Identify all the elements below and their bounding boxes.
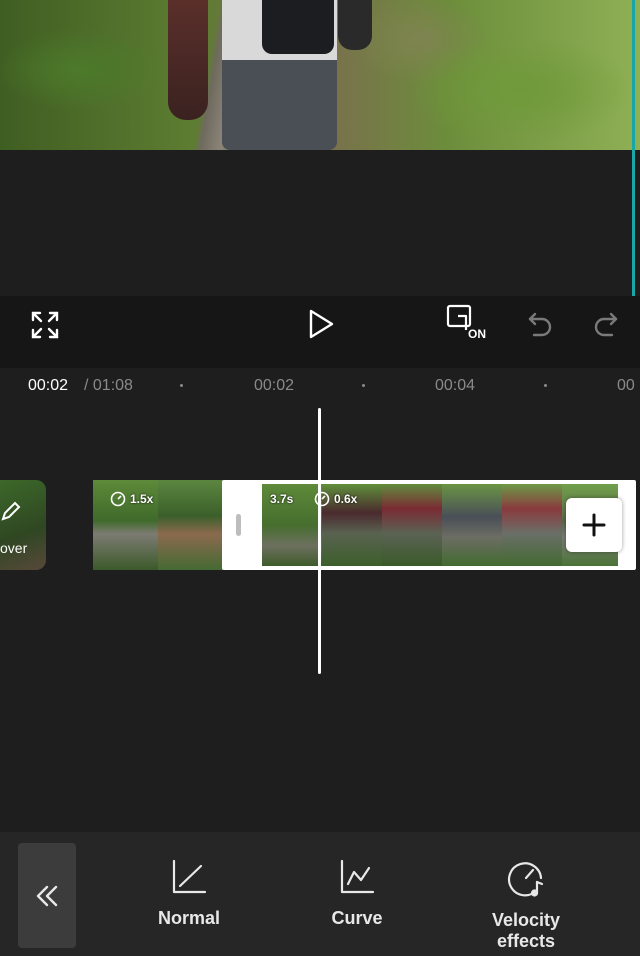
fullscreen-icon[interactable] <box>28 308 62 342</box>
clip-speed-label: 1.5x <box>130 492 154 506</box>
back-button[interactable] <box>18 843 76 948</box>
clip-thumbnail <box>158 480 223 570</box>
plus-icon <box>582 513 606 537</box>
double-chevron-left-icon <box>36 885 58 906</box>
ruler-dot <box>544 384 547 387</box>
player-control-bar: ON <box>0 296 640 368</box>
ruler-tick: 00:02 <box>254 377 295 394</box>
clip-speed-badge: 1.5x <box>110 491 153 507</box>
speed-gauge-icon <box>110 491 126 507</box>
normal-label: Normal <box>157 908 220 928</box>
ruler-dot <box>362 384 365 387</box>
preview-backpack <box>262 0 334 54</box>
curve-label: Curve <box>331 908 383 928</box>
time-ruler[interactable]: 00:02 / 01:08 00:02 00:04 00 <box>0 368 640 404</box>
video-preview[interactable] <box>0 0 640 150</box>
curve-speed-button[interactable]: Curve <box>292 858 422 929</box>
clip-trim-handle[interactable] <box>236 514 241 536</box>
normal-speed-icon <box>172 859 207 894</box>
playhead[interactable] <box>318 408 321 674</box>
undo-icon[interactable] <box>524 308 556 340</box>
curve-speed-icon <box>340 859 375 894</box>
preview-edge-indicator <box>632 0 635 296</box>
velocity-effects-label: Velocity effects <box>491 910 561 951</box>
play-icon[interactable] <box>304 306 338 342</box>
normal-speed-button[interactable]: Normal <box>124 858 254 929</box>
keyframe-on-label: ON <box>468 327 486 341</box>
clip-duration-label: 3.7s <box>270 492 294 506</box>
cover-label: over <box>0 540 28 556</box>
redo-icon[interactable] <box>590 308 622 340</box>
clip-thumbnail <box>382 484 442 566</box>
ruler-tick: 00:04 <box>435 377 476 394</box>
preview-hand <box>338 0 372 50</box>
ruler-dot <box>180 384 183 387</box>
velocity-effects-button[interactable]: Velocity effects <box>461 858 591 952</box>
clip-speed-label: 0.6x <box>334 492 358 506</box>
total-duration: / 01:08 <box>84 377 133 394</box>
clip-thumbnail <box>502 484 562 566</box>
cover-button[interactable]: over <box>0 480 46 570</box>
ruler-tick: 00 <box>617 377 635 394</box>
preview-figure <box>168 0 208 120</box>
keyframe-on-icon[interactable]: ON <box>444 302 490 346</box>
edit-pencil-icon <box>1 501 21 521</box>
speed-gauge-icon <box>314 491 330 507</box>
velocity-effects-icon <box>507 862 544 897</box>
clip-thumbnail <box>442 484 502 566</box>
current-time: 00:02 <box>28 377 69 394</box>
add-clip-button[interactable] <box>566 498 622 552</box>
preview-letterbox <box>0 150 640 296</box>
